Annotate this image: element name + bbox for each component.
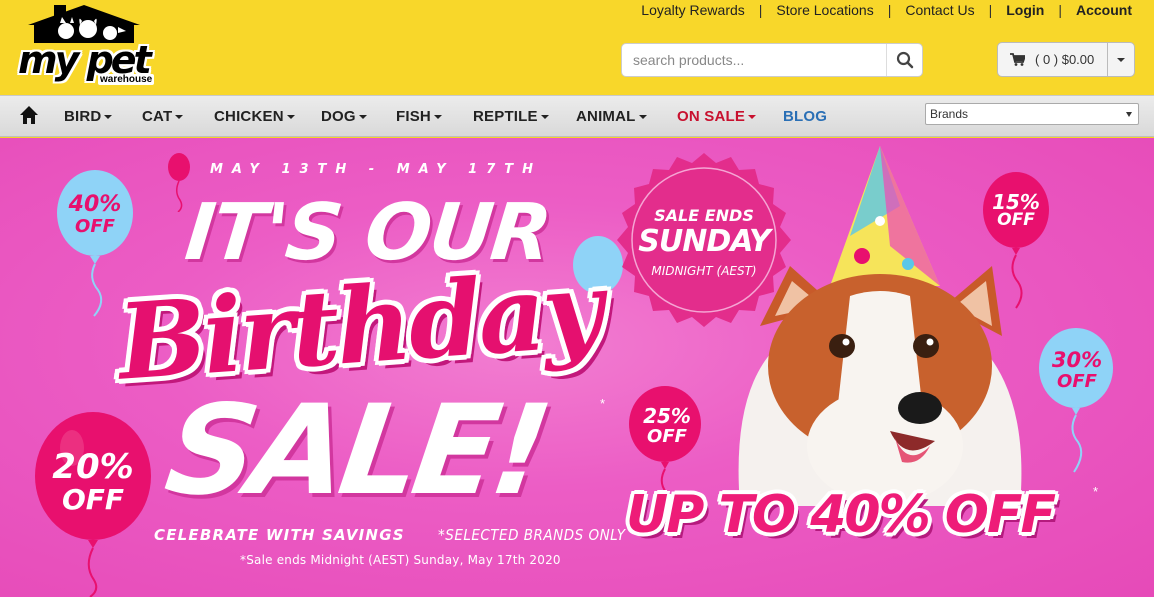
balloon-20-pct: 20% <box>52 447 134 487</box>
nav-item-blog[interactable]: BLOG <box>783 108 827 125</box>
nav-label: BLOG <box>783 107 828 125</box>
separator: | <box>758 2 763 18</box>
site-header: my pet warehouse Loyalty Rewards | Store… <box>0 0 1154 95</box>
celebrate-text: CELEBRATE WITH SAVINGS <box>154 526 405 544</box>
contact-us-link[interactable]: Contact Us <box>901 2 978 18</box>
chevron-down-icon <box>433 114 442 119</box>
balloon-25-off: OFF <box>647 426 687 447</box>
nav-item-on-sale[interactable]: ON SALE <box>677 108 783 125</box>
chevron-down-icon <box>358 114 367 119</box>
asterisk: * <box>1093 484 1099 499</box>
nav-item-dog[interactable]: DOG <box>321 108 396 125</box>
cart-icon <box>1010 53 1025 66</box>
nav-item-fish[interactable]: FISH <box>396 108 473 125</box>
chevron-down-icon <box>1117 57 1125 62</box>
balloon-40-off: OFF <box>75 216 115 237</box>
balloon-20-off: OFF <box>61 483 125 516</box>
chevron-down-icon <box>1126 112 1132 117</box>
nav-item-animal[interactable]: ANIMAL <box>576 108 677 125</box>
home-icon[interactable] <box>19 105 39 125</box>
search-input[interactable] <box>622 44 888 76</box>
cart-toggle[interactable] <box>1108 43 1134 76</box>
nav-label: REPTILE <box>473 107 538 125</box>
separator: | <box>887 2 892 18</box>
brands-select[interactable]: Brands <box>925 103 1139 125</box>
store-locations-link[interactable]: Store Locations <box>772 2 877 18</box>
main-nav: BIRD CAT CHICKEN DOG FISH REPTILE ANIMAL… <box>0 95 1154 137</box>
balloon-40-pct: 40% <box>68 192 122 217</box>
logo-subtitle: warehouse <box>98 74 155 85</box>
nav-label: ON SALE <box>677 107 746 125</box>
search-button[interactable] <box>886 44 922 76</box>
brands-select-value: Brands <box>930 107 969 121</box>
nav-label: CAT <box>142 107 173 125</box>
chevron-down-icon <box>175 114 184 119</box>
nav-label: DOG <box>321 107 356 125</box>
top-links: Loyalty Rewards | Store Locations | Cont… <box>637 2 1136 18</box>
nav-item-cat[interactable]: CAT <box>142 108 214 125</box>
site-logo[interactable]: my pet warehouse <box>14 3 155 87</box>
up-to-40-off: UP TO 40% OFF <box>626 485 1056 545</box>
nav-item-bird[interactable]: BIRD <box>64 108 142 125</box>
headline-sale: SALE! <box>157 379 554 523</box>
nav-item-chicken[interactable]: CHICKEN <box>214 108 321 125</box>
selected-brands-text: *SELECTED BRANDS ONLY <box>438 526 626 544</box>
search-icon <box>896 51 913 69</box>
nav-label: BIRD <box>64 107 102 125</box>
chevron-down-icon <box>540 114 549 119</box>
balloon-25-pct: 25% <box>643 404 691 428</box>
cart-summary: ( 0 ) $0.00 <box>1035 52 1095 67</box>
nav-menu: BIRD CAT CHICKEN DOG FISH REPTILE ANIMAL… <box>64 96 827 136</box>
nav-item-reptile[interactable]: REPTILE <box>473 108 576 125</box>
nav-label: CHICKEN <box>214 107 284 125</box>
separator: | <box>1058 2 1062 18</box>
chevron-down-icon <box>748 114 757 119</box>
chevron-down-icon <box>286 114 295 119</box>
balloon-30-off: OFF <box>1057 371 1097 392</box>
birthday-sale-banner[interactable]: 40% OFF 15% OFF 30% OFF 25% OFF 20% OFF … <box>0 138 1154 597</box>
cart-dropdown: ( 0 ) $0.00 <box>997 42 1135 77</box>
loyalty-rewards-link[interactable]: Loyalty Rewards <box>637 2 749 18</box>
chevron-down-icon <box>104 114 113 119</box>
cart-button[interactable]: ( 0 ) $0.00 <box>998 43 1108 76</box>
sale-fineprint: *Sale ends Midnight (AEST) Sunday, May 1… <box>240 553 561 567</box>
sale-dates: MAY 13TH - MAY 17TH <box>210 162 543 177</box>
login-link[interactable]: Login <box>1002 2 1048 18</box>
chevron-down-icon <box>638 114 647 119</box>
asterisk: * <box>600 396 606 411</box>
nav-label: ANIMAL <box>576 107 636 125</box>
corgi-dog-image <box>738 146 1022 506</box>
search-box <box>621 43 923 77</box>
balloon-30-pct: 30% <box>1051 348 1103 372</box>
nav-label: FISH <box>396 107 431 125</box>
separator: | <box>988 2 993 18</box>
account-link[interactable]: Account <box>1072 2 1136 18</box>
